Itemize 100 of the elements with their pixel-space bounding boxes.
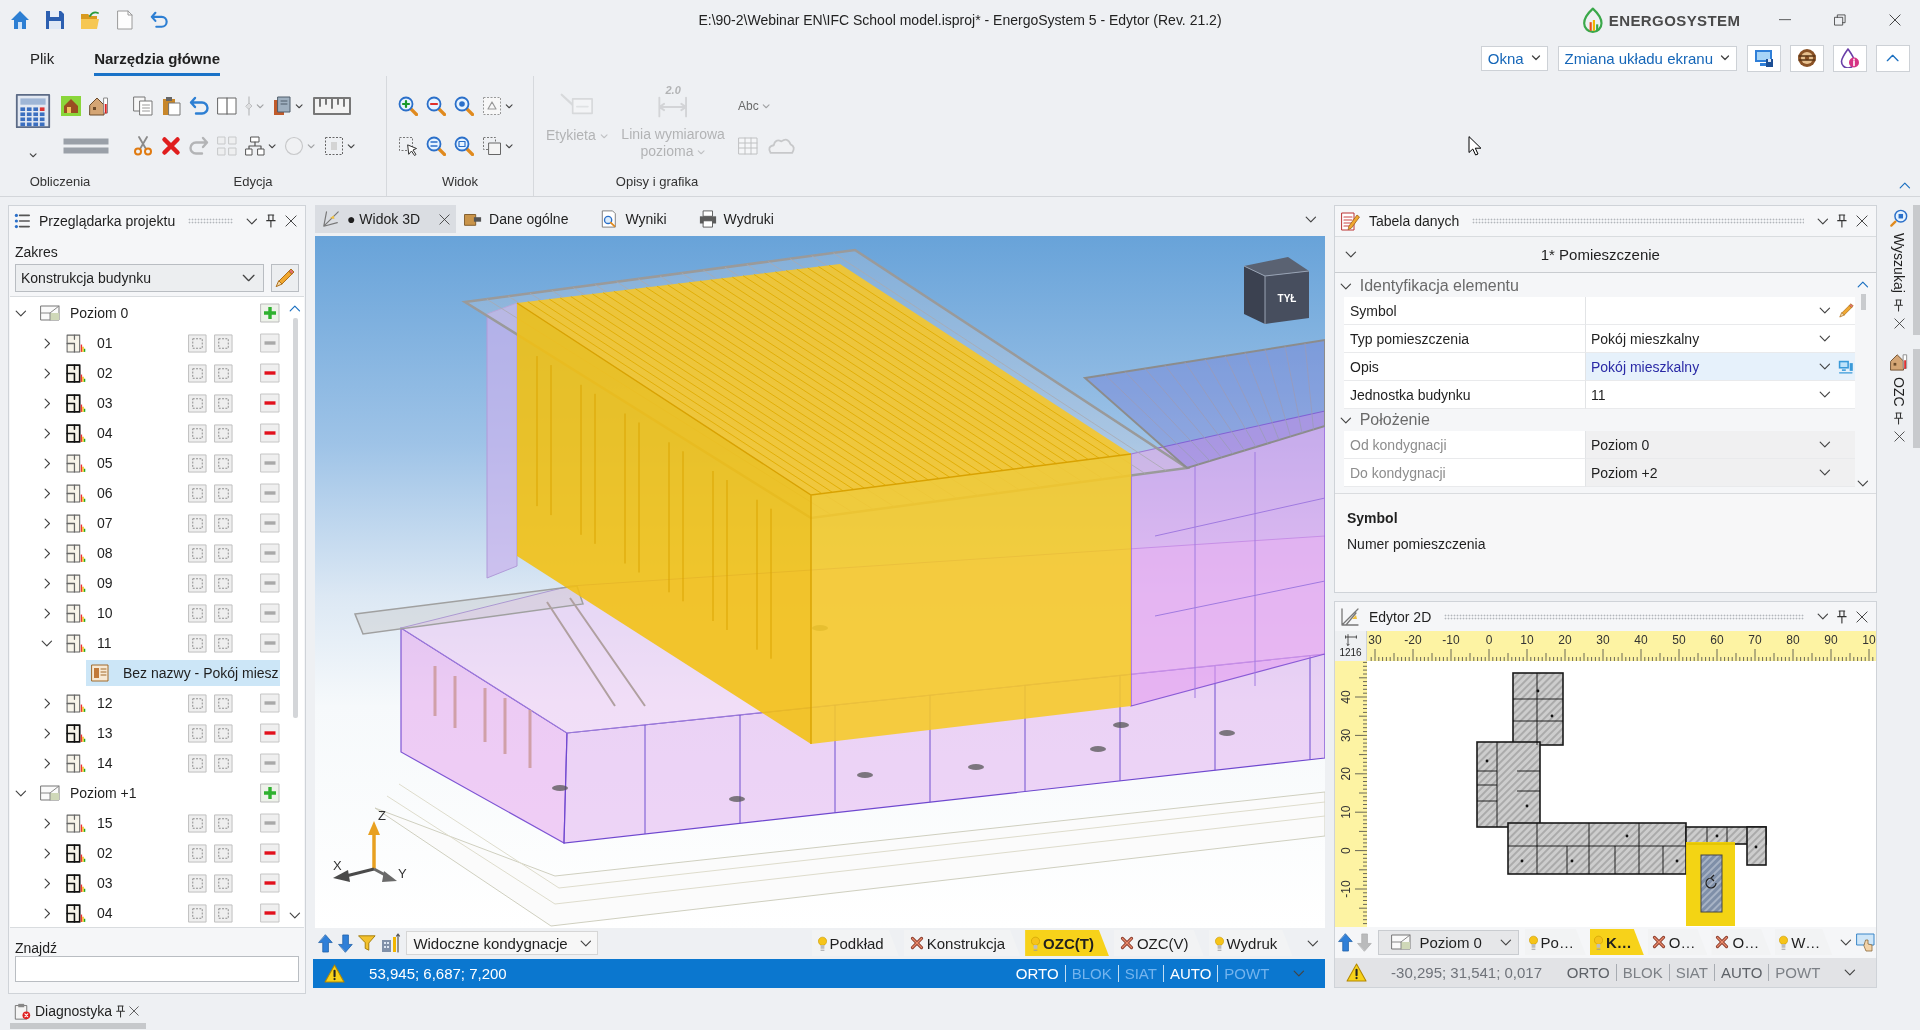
network-icon[interactable]: [245, 136, 265, 156]
chevron-down-icon[interactable]: [1819, 469, 1831, 476]
undo-arrow-icon[interactable]: [189, 96, 209, 116]
pin-icon[interactable]: [266, 214, 276, 228]
document-tab[interactable]: Wyniki: [592, 205, 691, 233]
close-icon[interactable]: [1856, 610, 1868, 623]
level-dropdown[interactable]: Poziom 0: [1378, 929, 1519, 955]
plus-icon[interactable]: [260, 783, 280, 803]
arrow-down-icon[interactable]: [338, 933, 354, 953]
dashed-square-icon[interactable]: [214, 543, 233, 563]
funnel-icon[interactable]: [358, 934, 377, 952]
dashed-pointer-icon[interactable]: [398, 136, 418, 156]
status-toggle[interactable]: AUTO: [1713, 964, 1769, 981]
property-value[interactable]: Poziom +2: [1585, 459, 1855, 487]
magnifier-icon[interactable]: [454, 96, 474, 116]
close-icon[interactable]: [1856, 215, 1868, 227]
book-stack-icon[interactable]: [272, 96, 293, 116]
chevron-down-icon[interactable]: [1307, 939, 1319, 947]
layer-tab[interactable]: Po…: [1524, 929, 1586, 955]
minus-icon[interactable]: [260, 423, 280, 443]
chevron-down-icon[interactable]: [1816, 613, 1829, 620]
tree-item[interactable]: 15: [65, 810, 117, 836]
tree-item[interactable]: 13: [65, 720, 117, 746]
pin-icon[interactable]: [1837, 609, 1847, 624]
layer-tab[interactable]: Wydruk: [1208, 930, 1293, 956]
scope-dropdown[interactable]: Konstrukcja budynku: [15, 264, 264, 292]
ruler-strip-icon[interactable]: [311, 96, 352, 116]
dashed-square-icon[interactable]: [188, 903, 207, 923]
dropdown-button[interactable]: Zmiana układu ekranu: [1557, 45, 1737, 71]
collapse-button[interactable]: [1876, 44, 1910, 72]
dashed-square-icon[interactable]: [188, 693, 207, 713]
dashed-square-icon[interactable]: [214, 843, 233, 863]
pin-icon[interactable]: [116, 1004, 126, 1018]
close-icon[interactable]: [1893, 431, 1905, 443]
double-line-icon[interactable]: [61, 136, 111, 156]
side-tab[interactable]: OZC: [1885, 348, 1920, 449]
minus-icon[interactable]: [260, 903, 280, 923]
dashed-square-icon[interactable]: [188, 603, 207, 623]
chevron-down-icon[interactable]: [1819, 441, 1831, 448]
dashed-square-icon[interactable]: [214, 753, 233, 773]
tree-item[interactable]: 04: [65, 420, 117, 446]
dashed-square-icon[interactable]: [214, 813, 233, 833]
chevron-down-icon[interactable]: [15, 789, 27, 797]
magnifier-plus-icon[interactable]: [398, 96, 418, 116]
film-reel-button[interactable]: [1790, 44, 1824, 72]
chevron-down-icon[interactable]: [1816, 217, 1829, 225]
dashed-square-icon[interactable]: [188, 543, 207, 563]
tree-item[interactable]: 06: [65, 480, 117, 506]
dashed-square-icon[interactable]: [188, 423, 207, 443]
home-icon[interactable]: [10, 10, 30, 30]
magnifier-fit-icon[interactable]: [426, 136, 446, 156]
chevron-right-icon[interactable]: [43, 577, 51, 589]
close-icon[interactable]: [1889, 14, 1901, 26]
close-icon[interactable]: [285, 215, 297, 227]
caret-icon[interactable]: [1844, 969, 1856, 976]
chevron-down-icon[interactable]: [1345, 251, 1357, 258]
pencil-icon[interactable]: [1839, 303, 1854, 318]
chevron-down-icon[interactable]: [1840, 938, 1852, 946]
chevron-right-icon[interactable]: [43, 907, 51, 919]
tree-item[interactable]: 03: [65, 870, 117, 896]
minus-icon[interactable]: [260, 363, 280, 383]
dashed-square-icon[interactable]: [214, 333, 233, 353]
dashed-square-icon[interactable]: [188, 453, 207, 473]
dashed-square-icon[interactable]: [214, 393, 233, 413]
dashed-square-icon[interactable]: [214, 483, 233, 503]
status-toggle[interactable]: AUTO: [1162, 965, 1218, 982]
dashed-copy-icon[interactable]: [482, 136, 502, 156]
dashed-square-icon[interactable]: [188, 393, 207, 413]
dashed-square-icon[interactable]: [188, 363, 207, 383]
dashed-square-icon[interactable]: [214, 693, 233, 713]
dashed-square-icon[interactable]: [214, 633, 233, 653]
building-levels-icon[interactable]: [381, 933, 402, 953]
tree-item[interactable]: 04: [65, 900, 117, 926]
arrow-up-icon[interactable]: [1338, 932, 1354, 952]
pin-icon[interactable]: [1837, 214, 1847, 228]
tree-item[interactable]: 09: [65, 570, 117, 596]
plus-icon[interactable]: [260, 303, 280, 323]
dashed-square-icon[interactable]: [188, 813, 207, 833]
cross-icon[interactable]: [161, 136, 181, 156]
chevron-right-icon[interactable]: [43, 517, 51, 529]
scroll-up-icon[interactable]: [1857, 281, 1869, 288]
minus-icon[interactable]: [260, 843, 280, 863]
drawing-canvas[interactable]: [1367, 661, 1876, 927]
layer-tab[interactable]: O…: [1647, 929, 1708, 955]
magnifier-window-icon[interactable]: [454, 136, 474, 156]
tree-item[interactable]: 05: [65, 450, 117, 476]
tree-item[interactable]: 02: [65, 840, 117, 866]
status-toggle[interactable]: ORTO: [1009, 965, 1065, 982]
tree-item[interactable]: 12: [65, 690, 117, 716]
chevron-down-icon[interactable]: [1819, 391, 1831, 398]
chevron-down-icon[interactable]: [245, 217, 258, 225]
house-thermometer-icon[interactable]: [89, 96, 109, 116]
chevron-right-icon[interactable]: [43, 697, 51, 709]
tree-item[interactable]: 01: [65, 330, 117, 356]
dashed-square-icon[interactable]: [214, 723, 233, 743]
chevron-down-icon[interactable]: [41, 639, 53, 647]
side-tab[interactable]: Wyszukaj: [1885, 205, 1920, 335]
dropdown-button[interactable]: Okna: [1480, 45, 1548, 71]
tree-item[interactable]: 07: [65, 510, 117, 536]
tree-item[interactable]: 08: [65, 540, 117, 566]
